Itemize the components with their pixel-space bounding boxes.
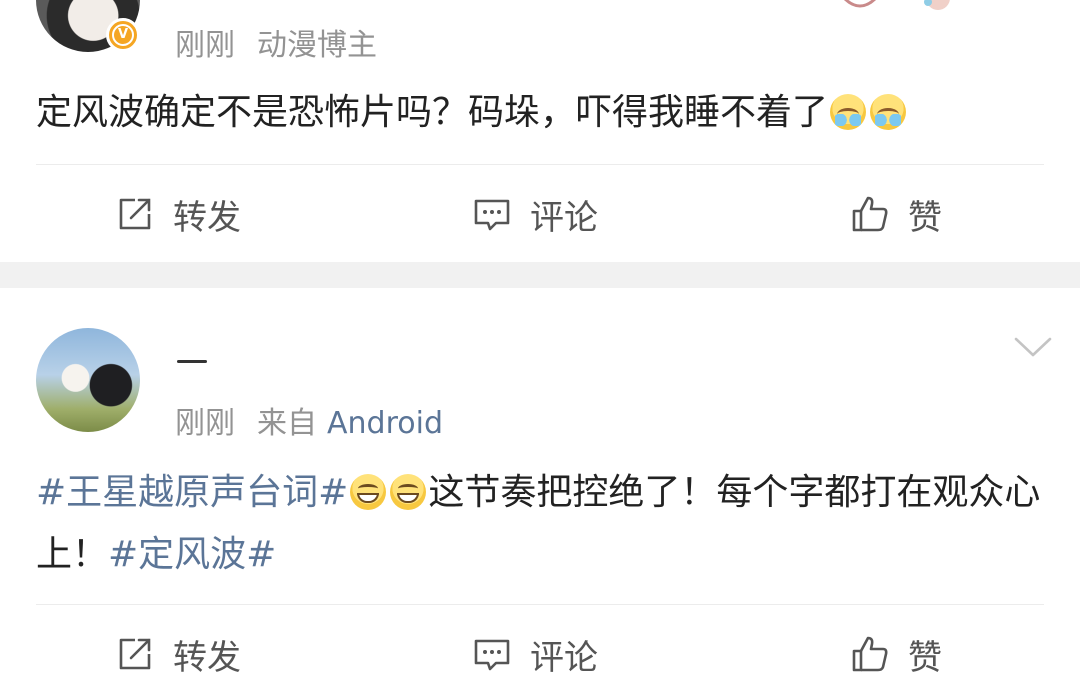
- repost-label: 转发: [173, 637, 241, 678]
- comment-button[interactable]: 评论: [472, 624, 598, 684]
- verified-badge-icon: V: [106, 18, 140, 52]
- post-meta: 刚刚 来自 Android: [175, 398, 443, 442]
- action-bar: 转发 评论 赞: [0, 184, 1080, 244]
- post-time: 刚刚: [175, 406, 235, 441]
- repost-icon: [119, 198, 151, 230]
- repost-button[interactable]: 转发: [115, 184, 241, 244]
- grin-emoji: [350, 474, 387, 510]
- comment-icon: [474, 639, 510, 671]
- avatar[interactable]: [36, 328, 140, 432]
- hashtag-link[interactable]: #定风波#: [108, 534, 276, 575]
- grin-emoji: [390, 474, 427, 510]
- thumbs-up-icon: [852, 636, 888, 672]
- repost-label: 转发: [173, 197, 241, 238]
- action-bar: 转发 评论 赞: [0, 624, 1080, 684]
- post-text: 定风波确定不是恐怖片吗？码垛，吓得我睡不着了: [36, 92, 829, 133]
- post-time: 刚刚: [175, 28, 235, 63]
- comment-icon: [474, 199, 510, 231]
- weibo-post: V 刚刚 动漫博主 定风波确定不是恐怖片吗？码垛，吓得我睡不着了 转发 评论 赞: [0, 0, 1080, 262]
- post-source[interactable]: Android: [327, 406, 443, 441]
- post-content[interactable]: 定风波确定不是恐怖片吗？码垛，吓得我睡不着了: [36, 82, 1044, 144]
- weibo-post: 刚刚 来自 Android #王星越原声台词# 这节奏把控绝了！每个字都打在观众心上！…: [0, 288, 1080, 689]
- cry-emoji: [830, 94, 867, 130]
- repost-button[interactable]: 转发: [115, 624, 241, 684]
- username[interactable]: [177, 360, 207, 363]
- hashtag-link[interactable]: #王星越原声台词#: [36, 472, 348, 513]
- divider: [36, 164, 1044, 165]
- post-meta: 刚刚 动漫博主: [175, 20, 399, 64]
- post-content[interactable]: #王星越原声台词# 这节奏把控绝了！每个字都打在观众心上！#定风波#: [36, 462, 1044, 586]
- thumbs-up-icon: [852, 196, 888, 232]
- post-separator: [0, 262, 1080, 288]
- post-source-prefix: 来自: [257, 406, 317, 441]
- post-source: 动漫博主: [257, 28, 377, 63]
- like-label: 赞: [908, 197, 942, 238]
- like-button[interactable]: 赞: [850, 184, 942, 244]
- partial-emoji-decoration: [844, 0, 876, 8]
- cry-emoji: [870, 94, 907, 130]
- comment-label: 评论: [530, 637, 598, 678]
- comment-label: 评论: [530, 197, 598, 238]
- chevron-down-icon[interactable]: [1014, 336, 1052, 358]
- repost-icon: [119, 638, 151, 670]
- comment-button[interactable]: 评论: [472, 184, 598, 244]
- divider: [36, 604, 1044, 605]
- like-button[interactable]: 赞: [850, 624, 942, 684]
- like-label: 赞: [908, 637, 942, 678]
- partial-emoji-decoration: [924, 0, 950, 10]
